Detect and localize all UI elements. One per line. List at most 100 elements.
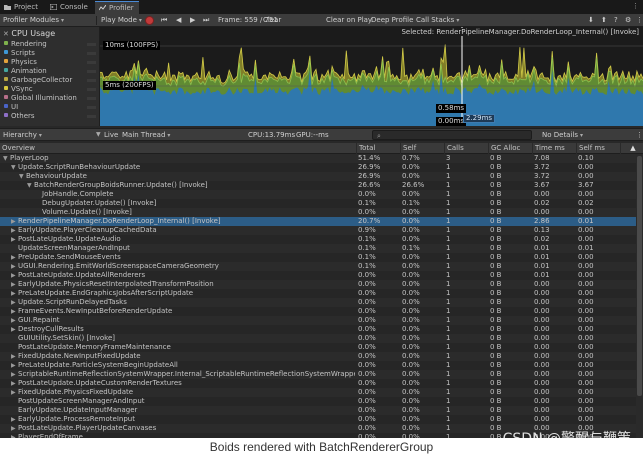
cpu-usage-chart[interactable]: 10ms (100FPS) 5ms (200FPS) Selected: Ren… — [100, 27, 643, 126]
current-frame-button[interactable]: ⏭ — [203, 14, 209, 26]
legend-toggle-bar[interactable] — [87, 43, 96, 46]
collapsed-arrow-icon[interactable]: ▶ — [11, 307, 18, 316]
search-input[interactable]: ⌕ — [372, 130, 532, 140]
load-icon[interactable]: ⬇ — [588, 14, 594, 26]
details-dropdown[interactable]: No Details — [542, 129, 626, 141]
collapsed-arrow-icon[interactable]: ▶ — [11, 370, 18, 379]
cpu-usage-title[interactable]: ✕ CPU Usage — [3, 29, 55, 38]
collapsed-arrow-icon[interactable]: ▶ — [11, 226, 18, 235]
clear-button[interactable]: Clear — [263, 14, 281, 26]
table-row[interactable]: ▼ BehaviourUpdate 26.9% 0.0% 1 0 B 3.72 0.00 — [0, 172, 643, 181]
legend-item-animation[interactable]: Animation — [4, 67, 47, 76]
step-back-button[interactable]: ◀ — [176, 14, 181, 26]
collapsed-arrow-icon[interactable]: ▶ — [11, 289, 18, 298]
table-row[interactable]: ▼ BatchRenderGroupBoidsRunner.Update() [I… — [0, 181, 643, 190]
collapsed-arrow-icon[interactable]: ▶ — [11, 262, 18, 271]
table-row[interactable]: GUIUtility.SetSkin() [Invoke] 0.0% 0.0% 1 0 … — [0, 334, 643, 343]
table-row[interactable]: ▶ PostLateUpdate.UpdateAudio 0.1% 0.0% 1 0 B0… — [0, 235, 643, 244]
table-row[interactable]: ▶ RenderPipelineManager.DoRenderLoop_Inte… — [0, 217, 643, 226]
collapsed-arrow-icon[interactable]: ▶ — [11, 388, 18, 397]
table-row[interactable]: Volume.Update() [Invoke] 0.0% 0.0% 1 0 B 0.00… — [0, 208, 643, 217]
collapsed-arrow-icon[interactable]: ▶ — [11, 217, 18, 226]
hierarchy-more-icon[interactable]: ⋮ — [636, 129, 643, 141]
scrollbar-thumb[interactable] — [637, 156, 642, 396]
legend-toggle-bar[interactable] — [87, 106, 96, 109]
legend-toggle-bar[interactable] — [87, 70, 96, 73]
legend-item-ui[interactable]: UI — [4, 103, 18, 112]
table-row[interactable]: UpdateScreenManagerAndInput 0.1% 0.1% 1 0 B 0… — [0, 244, 643, 253]
table-row[interactable]: DebugUpdater.Update() [Invoke] 0.1% 0.1% 1 0… — [0, 199, 643, 208]
table-row[interactable]: ▶ UGUI.Rendering.EmitWorldScreenspaceCame… — [0, 262, 643, 271]
collapsed-arrow-icon[interactable]: ▶ — [11, 280, 18, 289]
legend-toggle-bar[interactable] — [87, 52, 96, 55]
legend-toggle-bar[interactable] — [87, 79, 96, 82]
table-row[interactable]: ▶ EarlyUpdate.ProcessRemoteInput 0.0% 0.0% 1… — [0, 415, 643, 424]
legend-item-vsync[interactable]: VSync — [4, 85, 33, 94]
column-overview[interactable]: Overview — [0, 143, 356, 154]
live-toggle[interactable]: Live — [104, 129, 118, 141]
tab-project[interactable]: Project — [0, 1, 43, 14]
table-row[interactable]: PostLateUpdate.MemoryFrameMaintenance 0.0… — [0, 343, 643, 352]
legend-item-physics[interactable]: Physics — [4, 58, 37, 67]
table-row[interactable]: ▶ ScriptableRuntimeReflectionSystemWrappe… — [0, 370, 643, 379]
table-row[interactable]: ▼ PlayerLoop 51.4% 0.7% 3 0 B 7.08 0.10 — [0, 154, 643, 163]
play-mode-dropdown[interactable]: Play Mode — [101, 14, 142, 26]
table-row[interactable]: ▶ DestroyCullResults 0.0% 0.0% 1 0 B 0.00 0.00 — [0, 325, 643, 334]
more-options-icon[interactable]: ⋮ — [632, 2, 639, 10]
collapsed-arrow-icon[interactable]: ▶ — [11, 415, 18, 424]
collapsed-arrow-icon[interactable]: ▶ — [11, 424, 18, 433]
expanded-arrow-icon[interactable]: ▼ — [19, 172, 26, 181]
legend-item-rendering[interactable]: Rendering — [4, 40, 47, 49]
table-row[interactable]: ▼ Update.ScriptRunBehaviourUpdate 26.9% 0.0… — [0, 163, 643, 172]
legend-item-scripts[interactable]: Scripts — [4, 49, 35, 58]
collapsed-arrow-icon[interactable]: ▶ — [11, 325, 18, 334]
column-time-ms[interactable]: Time ms — [532, 143, 576, 154]
expanded-arrow-icon[interactable]: ▼ — [3, 154, 10, 163]
table-row[interactable]: ▶ GUI.Repaint 0.0% 0.0% 1 0 B 0.00 0.00 — [0, 316, 643, 325]
collapsed-arrow-icon[interactable]: ▶ — [11, 433, 18, 438]
previous-frame-button[interactable]: ⏮ — [161, 14, 167, 26]
collapsed-arrow-icon[interactable]: ▶ — [11, 235, 18, 244]
legend-toggle-bar[interactable] — [87, 115, 96, 118]
table-row[interactable]: ▶ FixedUpdate.PhysicsFixedUpdate 0.0% 0.0% 1… — [0, 388, 643, 397]
close-module-icon[interactable]: ✕ — [3, 30, 9, 38]
table-row[interactable]: ▶ FrameEvents.NewInputBeforeRenderUpdate 0… — [0, 307, 643, 316]
table-row[interactable]: EarlyUpdate.UpdateInputManager 0.0% 0.0% 1 0… — [0, 406, 643, 415]
column-self[interactable]: Self — [400, 143, 444, 154]
settings-icon[interactable]: ⚙ — [625, 14, 631, 26]
more-icon[interactable]: ⋮ — [636, 14, 643, 26]
column-total[interactable]: Total — [356, 143, 400, 154]
table-row[interactable]: ▶ PostLateUpdate.UpdateCustomRenderTextur… — [0, 379, 643, 388]
table-row[interactable]: ▶ Update.ScriptRunDelayedTasks 0.0% 0.0% 1 0 … — [0, 298, 643, 307]
cpu-usage-graph[interactable] — [100, 27, 643, 126]
legend-item-others[interactable]: Others — [4, 112, 35, 121]
legend-toggle-bar[interactable] — [87, 88, 96, 91]
help-icon[interactable]: ? — [614, 14, 618, 26]
column-calls[interactable]: Calls — [444, 143, 488, 154]
deep-profile-toggle[interactable]: Deep Profile — [371, 14, 413, 26]
view-type-dropdown[interactable]: Hierarchy — [3, 129, 42, 141]
call-stacks-dropdown[interactable]: Call Stacks — [416, 14, 459, 26]
table-row[interactable]: ▶ FixedUpdate.NewInputFixedUpdate 0.0% 0.0%… — [0, 352, 643, 361]
sort-arrow-icon[interactable]: ▲ — [620, 143, 643, 154]
table-row[interactable]: ▶ PreLateUpdate.EndGraphicsJobsAfterScrip… — [0, 289, 643, 298]
expanded-arrow-icon[interactable]: ▼ — [11, 163, 18, 172]
table-row[interactable]: ▶ EarlyUpdate.PlayerCleanupCachedData 0.9%… — [0, 226, 643, 235]
legend-toggle-bar[interactable] — [87, 61, 96, 64]
table-row[interactable]: ▶ PreUpdate.SendMouseEvents 0.1% 0.0% 1 0 B 0.… — [0, 253, 643, 262]
record-button[interactable] — [145, 16, 154, 25]
save-icon[interactable]: ⬆ — [601, 14, 607, 26]
collapsed-arrow-icon[interactable]: ▶ — [11, 352, 18, 361]
table-row[interactable]: ▶ EarlyUpdate.PhysicsResetInterpolatedTra… — [0, 280, 643, 289]
step-forward-button[interactable]: ▶ — [190, 14, 195, 26]
collapsed-arrow-icon[interactable]: ▶ — [11, 316, 18, 325]
profiler-modules-dropdown[interactable]: Profiler Modules — [3, 14, 64, 26]
column-gc-alloc[interactable]: GC Alloc — [488, 143, 532, 154]
table-row[interactable]: ▶ PreLateUpdate.ParticleSystemBeginUpdate… — [0, 361, 643, 370]
tab-profiler[interactable]: Profiler — [95, 1, 139, 14]
table-row[interactable]: PostUpdateScreenManagerAndInput 0.0% 0.0% 1… — [0, 397, 643, 406]
expanded-arrow-icon[interactable]: ▼ — [27, 181, 34, 190]
thread-dropdown[interactable]: Main Thread — [122, 129, 170, 141]
collapsed-arrow-icon[interactable]: ▶ — [11, 253, 18, 262]
collapsed-arrow-icon[interactable]: ▶ — [11, 361, 18, 370]
